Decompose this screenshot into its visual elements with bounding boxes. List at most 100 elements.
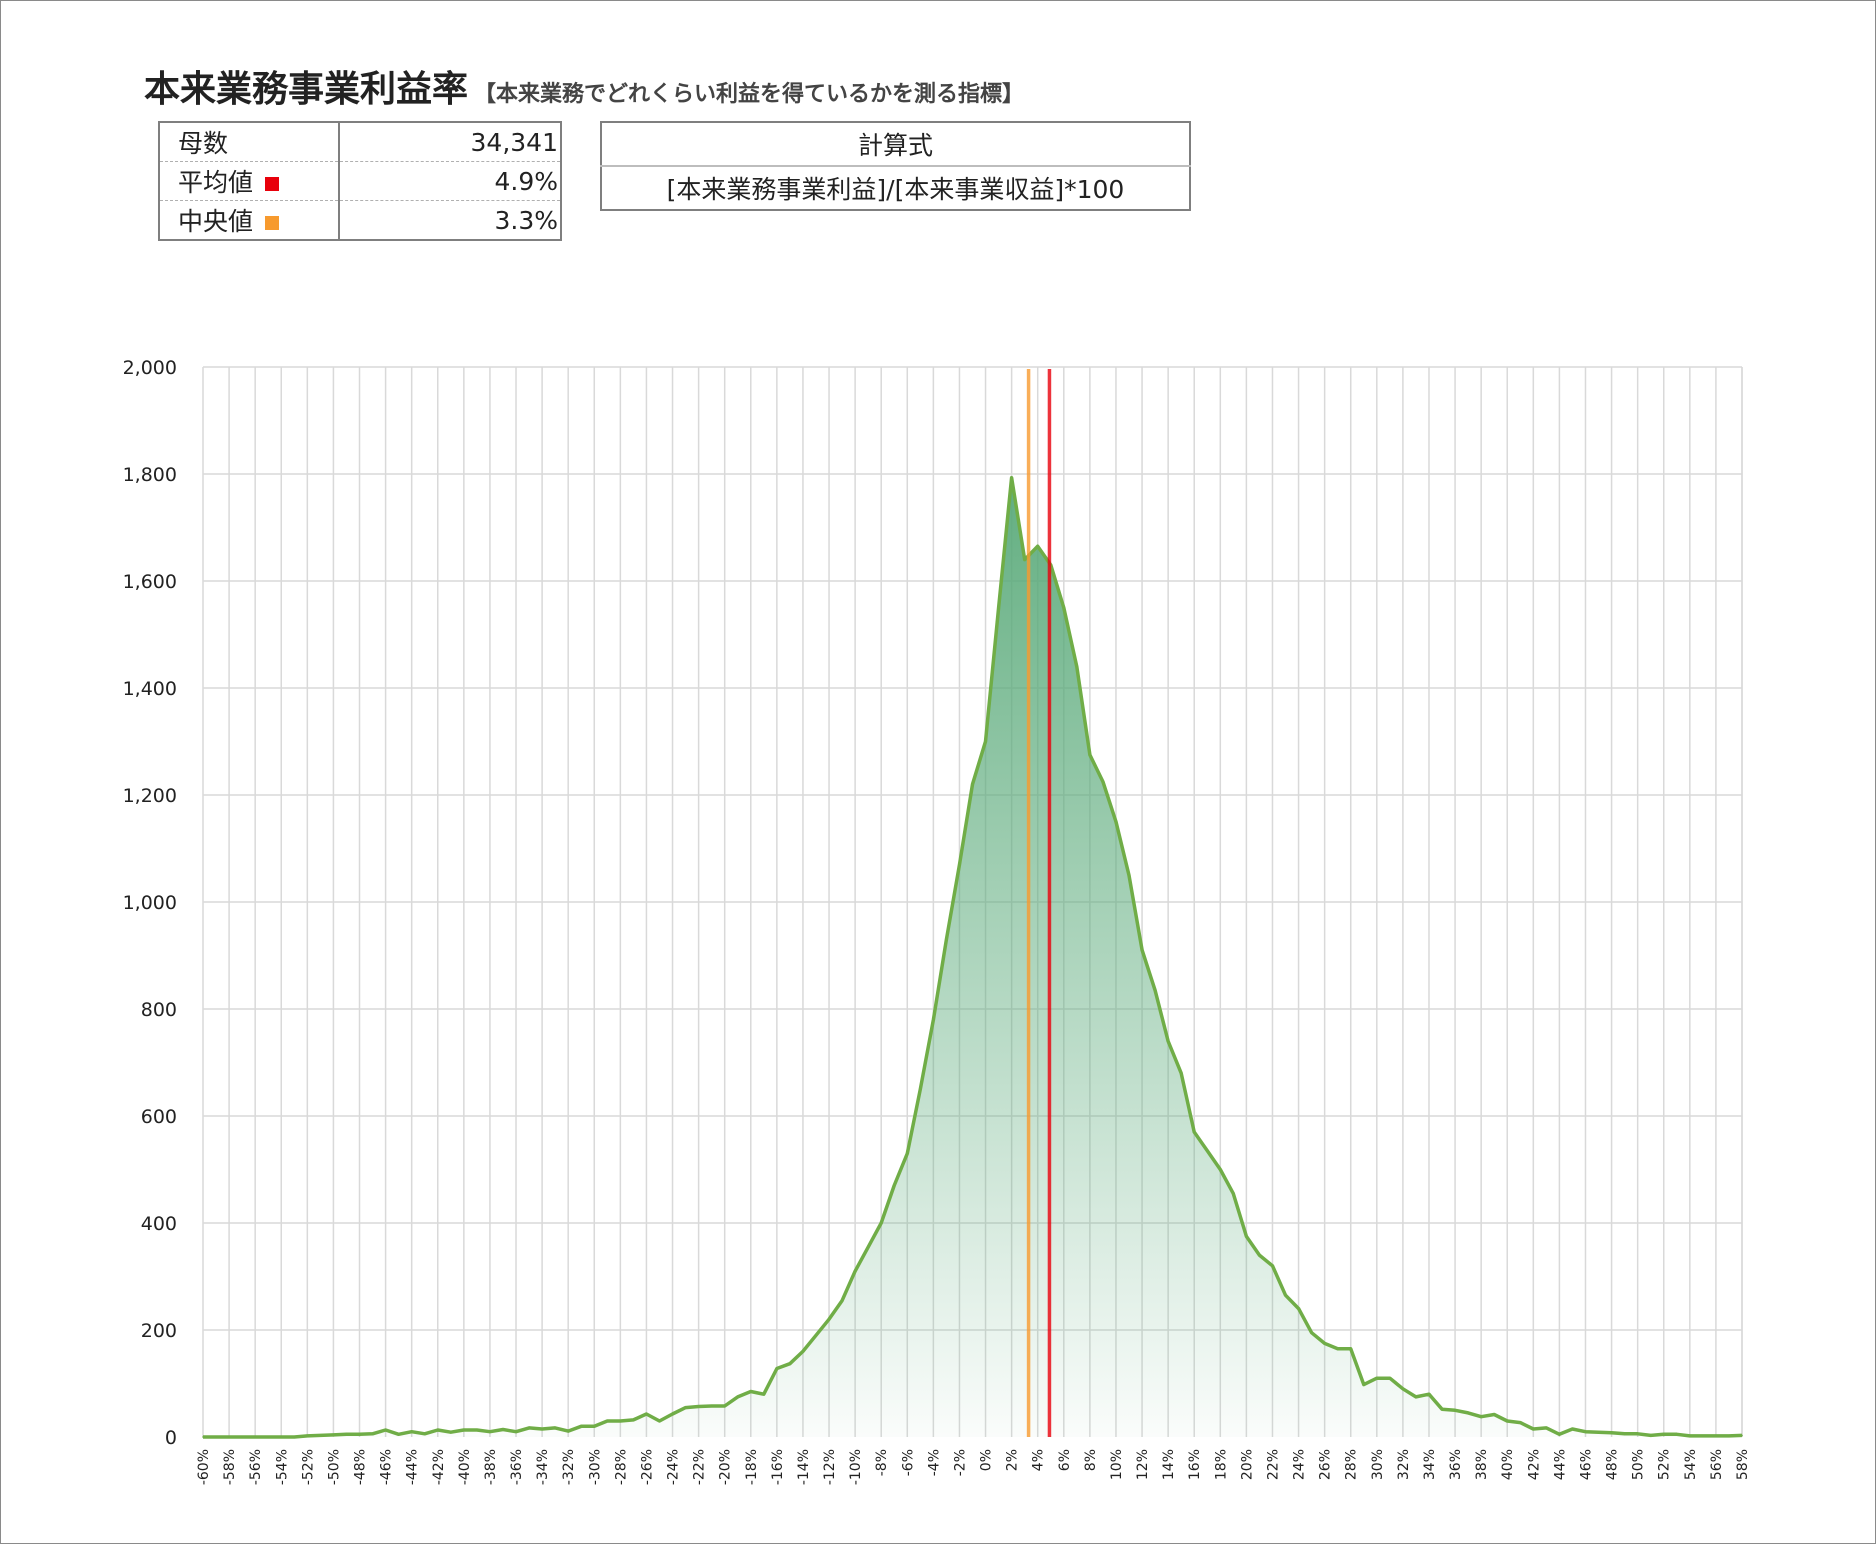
x-tick-label: -2% <box>952 1449 968 1476</box>
x-tick-label: 22% <box>1265 1449 1281 1480</box>
data-point <box>345 1433 348 1436</box>
x-tick-label: 42% <box>1526 1449 1542 1480</box>
data-point <box>293 1436 296 1438</box>
x-tick-label: 0% <box>979 1449 995 1471</box>
data-point <box>450 1431 452 1433</box>
y-tick-label: 1,200 <box>123 785 177 807</box>
data-point <box>1076 665 1078 668</box>
data-point <box>1519 1421 1522 1424</box>
data-point <box>684 1406 687 1409</box>
data-point <box>280 1436 283 1438</box>
data-point <box>1428 1393 1430 1395</box>
data-point <box>371 1432 374 1435</box>
data-point <box>945 938 948 941</box>
x-tick-label: -26% <box>639 1449 655 1485</box>
x-tick-label: 24% <box>1292 1449 1308 1480</box>
data-point <box>228 1436 230 1438</box>
x-tick-label: -52% <box>300 1449 316 1485</box>
x-tick-label: 2% <box>1005 1449 1021 1471</box>
x-tick-label: 16% <box>1187 1449 1203 1480</box>
data-point <box>476 1429 478 1431</box>
data-point <box>1402 1388 1404 1390</box>
data-point <box>1662 1433 1665 1436</box>
data-point <box>580 1425 583 1428</box>
data-point <box>1715 1435 1717 1437</box>
data-point <box>1702 1435 1704 1437</box>
data-point <box>1323 1342 1326 1345</box>
data-point <box>1584 1430 1587 1433</box>
data-point <box>241 1436 243 1438</box>
data-point <box>1336 1347 1339 1350</box>
data-point <box>958 863 961 866</box>
x-tick-label: -46% <box>379 1449 395 1485</box>
data-point <box>1636 1432 1639 1435</box>
data-point <box>1023 558 1026 561</box>
data-point <box>789 1362 791 1365</box>
x-tick-label: 8% <box>1083 1449 1099 1471</box>
data-point <box>867 1246 869 1248</box>
data-point <box>423 1432 426 1435</box>
data-point <box>554 1427 556 1429</box>
x-tick-label: 32% <box>1396 1449 1412 1480</box>
x-tick-label: -18% <box>744 1449 760 1485</box>
y-tick-label: 1,400 <box>123 678 177 700</box>
data-point <box>1623 1432 1626 1435</box>
x-tick-label: -28% <box>613 1449 629 1485</box>
data-point <box>593 1425 596 1428</box>
data-point <box>306 1435 309 1437</box>
y-tick-label: 800 <box>141 999 177 1021</box>
data-point <box>932 1018 935 1021</box>
data-point <box>919 1088 922 1091</box>
x-tick-label: -40% <box>457 1449 473 1485</box>
data-point <box>358 1433 361 1436</box>
data-point <box>1102 780 1104 783</box>
x-tick-label: 58% <box>1735 1449 1751 1480</box>
data-point <box>1297 1307 1300 1310</box>
y-tick-label: 400 <box>141 1213 177 1235</box>
data-point <box>1010 476 1013 479</box>
data-point <box>1610 1431 1613 1434</box>
data-point <box>1062 606 1065 609</box>
data-point <box>1036 545 1039 548</box>
x-tick-label: -42% <box>431 1449 447 1485</box>
x-tick-label: -10% <box>848 1449 864 1485</box>
data-point <box>567 1430 569 1432</box>
distribution-chart: 0 200 400 600 800 1,000 1,200 1,400 1,600 1,800 2,… <box>123 357 1751 1485</box>
data-point <box>1219 1168 1222 1171</box>
data-point <box>332 1434 335 1436</box>
x-tick-label: -60% <box>196 1449 212 1485</box>
data-point <box>632 1419 635 1421</box>
data-point <box>1728 1435 1730 1437</box>
data-point <box>463 1429 465 1431</box>
data-point <box>384 1429 387 1431</box>
data-point <box>1689 1435 1691 1437</box>
data-point <box>1597 1431 1600 1433</box>
x-tick-label: -36% <box>509 1449 525 1485</box>
data-point <box>254 1436 256 1438</box>
data-point <box>1258 1254 1261 1256</box>
x-tick-label: 34% <box>1422 1449 1438 1480</box>
data-point <box>1545 1427 1548 1429</box>
data-point <box>202 1436 204 1438</box>
x-tick-label: 56% <box>1709 1449 1725 1480</box>
data-point <box>1376 1377 1378 1379</box>
data-point <box>410 1430 413 1433</box>
data-point <box>502 1428 504 1431</box>
x-tick-label: 26% <box>1318 1449 1334 1480</box>
data-point <box>815 1334 817 1337</box>
x-tick-label: 54% <box>1683 1449 1699 1480</box>
x-tick-label: -38% <box>483 1449 499 1485</box>
x-tick-label: -4% <box>926 1449 942 1476</box>
x-tick-label: 52% <box>1657 1449 1673 1480</box>
data-point <box>997 606 1000 609</box>
data-point <box>802 1350 804 1353</box>
data-point <box>397 1433 400 1436</box>
data-point <box>658 1420 661 1422</box>
data-point <box>841 1299 843 1302</box>
data-point <box>606 1420 609 1422</box>
data-point <box>1441 1408 1443 1410</box>
x-tick-label: -12% <box>822 1449 838 1485</box>
data-point <box>984 740 987 743</box>
y-tick-label: 600 <box>141 1106 177 1128</box>
data-point <box>1649 1434 1652 1437</box>
